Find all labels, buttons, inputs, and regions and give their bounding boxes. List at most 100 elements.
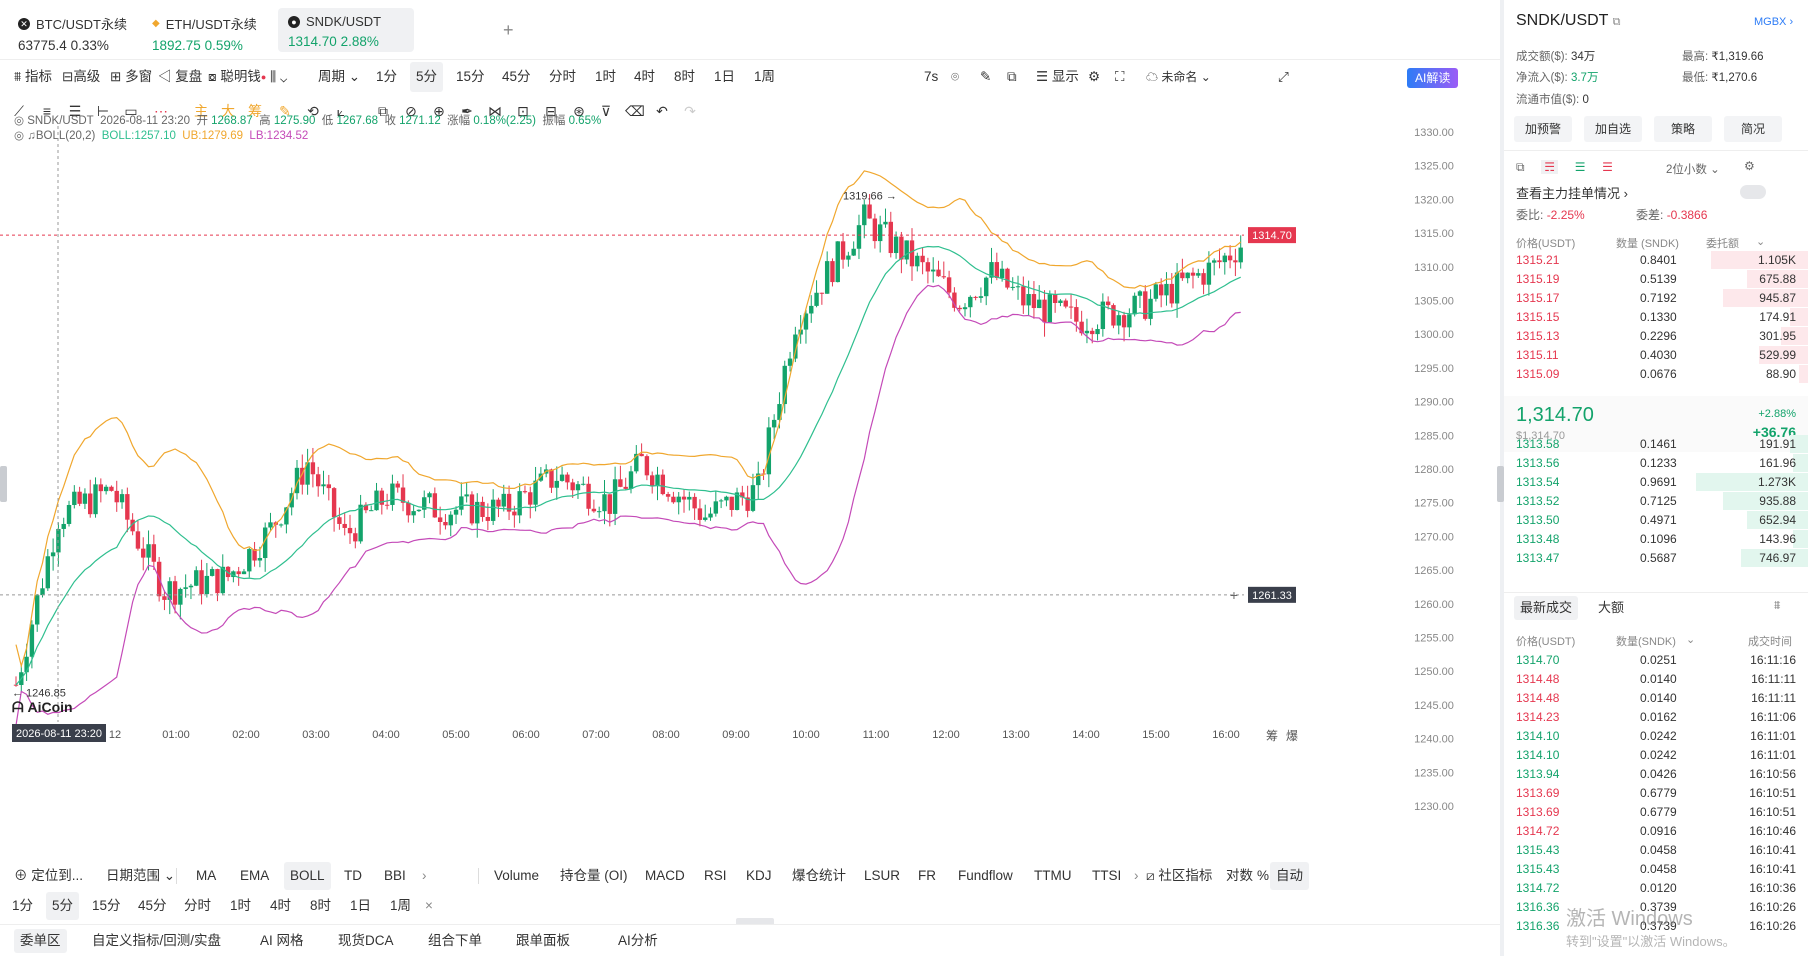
expand-icon[interactable]: ⤢ [1278, 62, 1289, 92]
multi-window-button[interactable]: ⊞ 多窗 [110, 62, 152, 92]
indicator-td[interactable]: TD [344, 862, 362, 890]
interval-45m[interactable]: 45分 [502, 62, 531, 92]
indicator-ema[interactable]: EMA [240, 862, 269, 890]
footer-combo-order[interactable]: 组合下单 [428, 925, 482, 956]
main-orders-link[interactable]: 查看主力挂单情况 › [1516, 183, 1628, 202]
orderbook-row[interactable]: 1315.19 0.5139 675.88 [1504, 269, 1808, 289]
indicator-ma[interactable]: MA [196, 862, 216, 890]
sub-liquidation[interactable]: 爆仓统计 [792, 862, 846, 890]
add-tab-icon[interactable]: + [503, 20, 514, 41]
orderbook-row[interactable]: 1313.48 0.1096 143.96 [1504, 529, 1808, 549]
fullscreen-icon[interactable]: ⛶ [1115, 62, 1124, 92]
sub-ttsi[interactable]: TTSI [1092, 862, 1121, 890]
percent-scale-toggle[interactable]: % [1257, 862, 1269, 890]
strategy-button[interactable]: 策略 [1654, 116, 1712, 142]
undo-icon[interactable]: ↶ [653, 102, 671, 120]
filter-icon[interactable]: ⩩ [1774, 598, 1780, 613]
book-full-icon[interactable]: ⧉ [1516, 160, 1525, 174]
footer-ai-grid[interactable]: AI 网格 [260, 925, 304, 956]
orderbook-row[interactable]: 1315.11 0.4030 529.99 [1504, 345, 1808, 365]
interval-5m[interactable]: 5分 [410, 62, 444, 92]
chevron-right-icon[interactable]: › [1134, 862, 1139, 890]
interval-15m[interactable]: 15分 [92, 892, 121, 920]
camera-icon[interactable]: ⌾ [951, 62, 959, 92]
sub-fr[interactable]: FR [918, 862, 936, 890]
add-alert-icon[interactable]: + [1230, 587, 1238, 603]
footer-ai-analysis[interactable]: AI分析 [618, 925, 658, 956]
sub-ttmu[interactable]: TTMU [1034, 862, 1072, 890]
interval-8h[interactable]: 8时 [310, 892, 331, 920]
settings-icon[interactable]: ⚙ [1744, 159, 1755, 173]
share-icon[interactable]: ⧉ [1007, 62, 1017, 92]
sub-oi[interactable]: 持仓量 (OI) [560, 862, 628, 890]
orderbook-row[interactable]: 1315.15 0.1330 174.91 [1504, 307, 1808, 327]
footer-copy-trading[interactable]: 跟单面板 [516, 925, 570, 956]
overview-button[interactable]: 简况 [1724, 116, 1782, 142]
more-tools-button[interactable]: ⫼ ⌄ [270, 62, 287, 92]
main-orders-toggle[interactable] [1740, 185, 1766, 199]
footer-custom-indicators[interactable]: 自定义指标/回测/实盘 [92, 925, 221, 956]
display-button[interactable]: ☰ 显示 [1036, 62, 1079, 92]
locate-button[interactable]: ⊕ 定位到... [14, 862, 83, 890]
chevron-down-icon[interactable]: ⌄ [1756, 235, 1765, 248]
interval-1h[interactable]: 1时 [230, 892, 251, 920]
book-asks-icon[interactable]: ☰ [1602, 160, 1613, 174]
right-collapse-handle[interactable] [1497, 466, 1504, 502]
interval-45m[interactable]: 45分 [138, 892, 167, 920]
footer-spot-dca[interactable]: 现货DCA [338, 925, 394, 956]
orderbook-row[interactable]: 1313.54 0.9691 1.273K [1504, 472, 1808, 492]
book-both-icon[interactable]: ☴ [1541, 160, 1559, 174]
interval-1d[interactable]: 1日 [350, 892, 371, 920]
orderbook-row[interactable]: 1313.47 0.5687 746.97 [1504, 548, 1808, 568]
interval-5m[interactable]: 5分 [46, 892, 80, 920]
auto-scale-toggle[interactable]: 自动 [1270, 862, 1309, 890]
decimals-dropdown[interactable]: 2位小数 ⌄ [1666, 161, 1720, 177]
sub-volume[interactable]: Volume [494, 862, 539, 890]
settings-icon[interactable]: ⚙ [1088, 62, 1100, 92]
chevron-down-icon[interactable]: ⌄ [1686, 633, 1695, 646]
indicators-button[interactable]: ⩩ 指标 [14, 62, 52, 92]
orderbook-row[interactable]: 1315.09 0.0676 88.90 [1504, 364, 1808, 384]
period-dropdown[interactable]: 周期 ⌄ [318, 62, 360, 92]
indicator-bbi[interactable]: BBI [384, 862, 406, 890]
layout-dropdown[interactable]: ☁ 未命名 ⌄ [1146, 62, 1211, 92]
interval-8h[interactable]: 8时 [674, 62, 695, 92]
liquidation-toggle[interactable]: 爆 [1286, 729, 1298, 743]
replay-button[interactable]: ◁ 复盘 [158, 62, 202, 92]
footer-orders[interactable]: 委单区 [14, 929, 67, 953]
ai-interpret-button[interactable]: AI解读 [1407, 68, 1459, 88]
date-range-dropdown[interactable]: 日期范围 ⌄ [106, 862, 175, 890]
sub-rsi[interactable]: RSI [704, 862, 727, 890]
interval-15m[interactable]: 15分 [456, 62, 485, 92]
sub-lsur[interactable]: LSUR [864, 862, 900, 890]
chevron-right-icon[interactable]: › [422, 862, 427, 890]
interval-4h[interactable]: 4时 [634, 62, 655, 92]
log-scale-toggle[interactable]: 对数 [1226, 862, 1253, 890]
tab-sndk[interactable]: ● SNDK/USDT 1314.70 2.88% [278, 8, 414, 52]
interval-1m[interactable]: 1分 [12, 892, 33, 920]
add-watchlist-button[interactable]: 加自选 [1584, 116, 1642, 142]
orderbook-row[interactable]: 1313.56 0.1233 161.96 [1504, 453, 1808, 473]
interval-1d[interactable]: 1日 [714, 62, 735, 92]
tab-eth[interactable]: ◆ ETH/USDT永续 1892.75 0.59% [142, 8, 282, 53]
interval-1w[interactable]: 1周 [754, 62, 775, 92]
redo-icon[interactable]: ↷ [681, 102, 699, 120]
trades-tab-large[interactable]: 大额 [1598, 596, 1624, 620]
chip-toggle[interactable]: 筹 [1266, 729, 1278, 743]
smart-money-button[interactable]: ⧇ 聪明钱● [208, 62, 266, 92]
sub-macd[interactable]: MACD [645, 862, 685, 890]
orderbook-row[interactable]: 1315.17 0.7192 945.87 [1504, 288, 1808, 308]
tab-btc[interactable]: ✕ BTC/USDT永续 63775.4 0.33% [8, 8, 148, 53]
interval-timeshare[interactable]: 分时 [549, 62, 576, 92]
interval-1h[interactable]: 1时 [595, 62, 616, 92]
close-icon[interactable]: × [425, 892, 433, 920]
candlestick-chart[interactable]: 1330.00 1325.00 1320.00 1315.00 1310.00 1305.… [0, 126, 1500, 841]
sub-kdj[interactable]: KDJ [746, 862, 772, 890]
exchange-badge[interactable]: MGBX › [1754, 16, 1793, 28]
book-bids-icon[interactable]: ☰ [1575, 160, 1586, 174]
interval-4h[interactable]: 4时 [270, 892, 291, 920]
left-collapse-handle[interactable] [0, 466, 7, 502]
orderbook-row[interactable]: 1313.58 0.1461 191.91 [1504, 434, 1808, 454]
copy-icon[interactable]: ⧉ [1613, 16, 1621, 28]
advanced-button[interactable]: ⊟高级 [62, 62, 100, 92]
